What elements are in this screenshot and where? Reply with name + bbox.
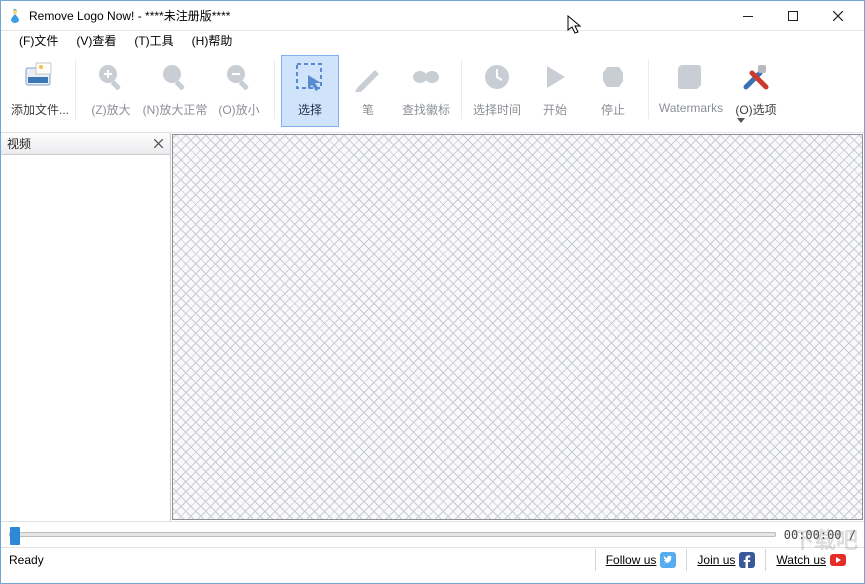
stop-label: 停止 [601, 101, 625, 118]
menu-bar: (F)文件 (V)查看 (T)工具 (H)帮助 [1, 31, 864, 53]
add-files-label: 添加文件... [11, 101, 69, 118]
options-button[interactable]: (O)选项 [727, 55, 785, 127]
toolbar: 添加文件... (Z)放大 (N)放大正常 (O)放小 选择 [1, 53, 864, 133]
video-panel-title: 视频 [7, 135, 31, 152]
choose-time-icon [479, 59, 515, 95]
menu-view[interactable]: (V)查看 [72, 30, 120, 51]
choose-time-button[interactable]: 选择时间 [468, 55, 526, 127]
watermarks-label: Watermarks [659, 101, 723, 115]
seek-thumb[interactable] [10, 527, 20, 545]
stop-icon [595, 59, 631, 95]
zoom-normal-button[interactable]: (N)放大正常 [140, 55, 210, 127]
pen-tool-icon [350, 59, 386, 95]
menu-tools[interactable]: (T)工具 [130, 30, 177, 51]
status-bar: Ready Follow us Join us Watch us [1, 548, 864, 572]
find-logo-icon [408, 59, 444, 95]
title-bar: Remove Logo Now! - ****未注册版**** [1, 1, 864, 31]
select-tool-icon [292, 59, 328, 95]
close-icon [154, 139, 163, 148]
dropdown-icon [737, 118, 745, 123]
app-icon [7, 8, 23, 24]
video-panel-header: 视频 [1, 133, 170, 155]
add-files-button[interactable]: 添加文件... [11, 55, 69, 127]
seek-track[interactable] [9, 532, 776, 537]
stop-button[interactable]: 停止 [584, 55, 642, 127]
watermarks-button[interactable]: Watermarks [655, 55, 727, 127]
start-icon [537, 59, 573, 95]
status-text: Ready [9, 553, 595, 567]
maximize-icon [788, 11, 798, 21]
zoom-out-label: (O)放小 [218, 101, 259, 118]
zoom-in-label: (Z)放大 [91, 101, 130, 118]
close-icon [833, 11, 843, 21]
options-icon [738, 59, 774, 95]
zoom-normal-label: (N)放大正常 [143, 101, 208, 118]
pen-tool-button[interactable]: 笔 [339, 55, 397, 127]
zoom-in-icon [93, 59, 129, 95]
video-panel: 视频 [1, 133, 171, 521]
twitter-icon [660, 552, 676, 568]
preview-canvas[interactable] [172, 134, 863, 520]
minimize-button[interactable] [725, 1, 770, 30]
find-logo-button[interactable]: 查找徽标 [397, 55, 455, 127]
facebook-icon [739, 552, 755, 568]
window-title: Remove Logo Now! - ****未注册版**** [29, 7, 230, 24]
seek-bar: 00:00:00 / [1, 522, 864, 548]
close-button[interactable] [815, 1, 860, 30]
menu-help[interactable]: (H)帮助 [188, 30, 237, 51]
select-tool-label: 选择 [298, 101, 322, 118]
follow-us-link[interactable]: Follow us [595, 549, 687, 571]
toolbar-separator [461, 59, 462, 119]
toolbar-separator [274, 59, 275, 119]
start-label: 开始 [543, 101, 567, 118]
video-panel-close[interactable] [150, 136, 166, 152]
watch-us-link[interactable]: Watch us [765, 549, 856, 571]
start-button[interactable]: 开始 [526, 55, 584, 127]
follow-us-label: Follow us [606, 553, 657, 567]
toolbar-separator [648, 59, 649, 119]
toolbar-separator [75, 59, 76, 119]
join-us-label: Join us [697, 553, 735, 567]
pen-tool-label: 笔 [362, 101, 374, 118]
menu-file[interactable]: (F)文件 [15, 30, 62, 51]
minimize-icon [743, 11, 753, 21]
watermarks-icon [673, 59, 709, 95]
main-area: 视频 [1, 133, 864, 522]
zoom-in-button[interactable]: (Z)放大 [82, 55, 140, 127]
zoom-normal-icon [157, 59, 193, 95]
video-list[interactable] [1, 155, 170, 521]
join-us-link[interactable]: Join us [686, 549, 765, 571]
choose-time-label: 选择时间 [473, 101, 521, 118]
youtube-icon [830, 552, 846, 568]
select-tool-button[interactable]: 选择 [281, 55, 339, 127]
find-logo-label: 查找徽标 [402, 101, 450, 118]
zoom-out-button[interactable]: (O)放小 [210, 55, 268, 127]
add-files-icon [22, 59, 58, 95]
options-label: (O)选项 [735, 101, 776, 123]
zoom-out-icon [221, 59, 257, 95]
maximize-button[interactable] [770, 1, 815, 30]
time-display: 00:00:00 / [784, 528, 856, 542]
watch-us-label: Watch us [776, 553, 826, 567]
